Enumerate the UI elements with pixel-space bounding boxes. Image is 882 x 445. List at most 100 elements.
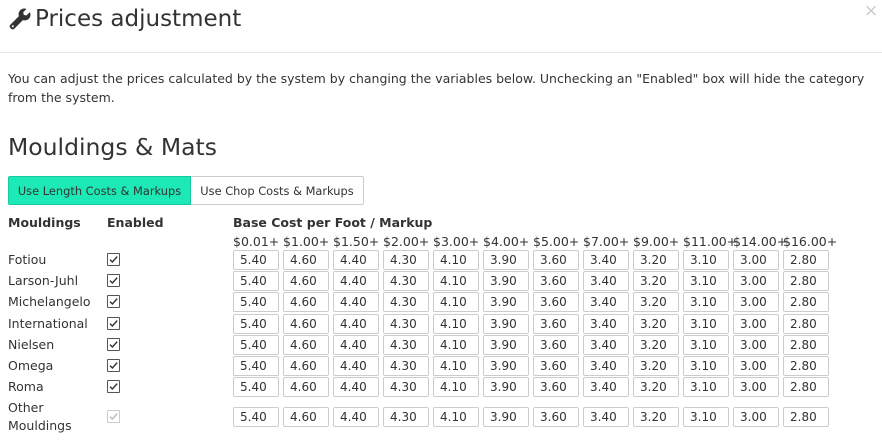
markup-input[interactable] bbox=[783, 292, 829, 312]
markup-input[interactable] bbox=[333, 250, 379, 270]
enabled-checkbox[interactable] bbox=[107, 295, 120, 308]
markup-input[interactable] bbox=[283, 292, 329, 312]
markup-input[interactable] bbox=[483, 377, 529, 397]
markup-input[interactable] bbox=[733, 377, 779, 397]
markup-input[interactable] bbox=[633, 377, 679, 397]
markup-input[interactable] bbox=[383, 271, 429, 291]
markup-input[interactable] bbox=[433, 250, 479, 270]
markup-input[interactable] bbox=[733, 407, 779, 427]
markup-input[interactable] bbox=[233, 356, 279, 376]
markup-input[interactable] bbox=[433, 335, 479, 355]
use-length-costs-button[interactable]: Use Length Costs & Markups bbox=[8, 176, 191, 205]
markup-input[interactable] bbox=[433, 377, 479, 397]
markup-input[interactable] bbox=[683, 335, 729, 355]
markup-input[interactable] bbox=[483, 292, 529, 312]
markup-input[interactable] bbox=[233, 271, 279, 291]
markup-input[interactable] bbox=[283, 250, 329, 270]
markup-input[interactable] bbox=[433, 271, 479, 291]
markup-input[interactable] bbox=[783, 356, 829, 376]
markup-input[interactable] bbox=[683, 407, 729, 427]
markup-input[interactable] bbox=[433, 314, 479, 334]
markup-input[interactable] bbox=[533, 271, 579, 291]
markup-input[interactable] bbox=[633, 314, 679, 334]
markup-input[interactable] bbox=[683, 292, 729, 312]
enabled-checkbox[interactable] bbox=[107, 410, 120, 423]
enabled-checkbox[interactable] bbox=[107, 274, 120, 287]
markup-input[interactable] bbox=[283, 356, 329, 376]
markup-input[interactable] bbox=[333, 335, 379, 355]
markup-input[interactable] bbox=[783, 271, 829, 291]
markup-input[interactable] bbox=[483, 250, 529, 270]
markup-input[interactable] bbox=[283, 271, 329, 291]
markup-input[interactable] bbox=[333, 314, 379, 334]
markup-input[interactable] bbox=[333, 377, 379, 397]
markup-input[interactable] bbox=[333, 271, 379, 291]
markup-input[interactable] bbox=[533, 250, 579, 270]
enabled-checkbox[interactable] bbox=[107, 253, 120, 266]
markup-input[interactable] bbox=[483, 407, 529, 427]
markup-input[interactable] bbox=[583, 250, 629, 270]
markup-input[interactable] bbox=[783, 377, 829, 397]
markup-input[interactable] bbox=[383, 335, 429, 355]
enabled-checkbox[interactable] bbox=[107, 338, 120, 351]
markup-input[interactable] bbox=[783, 314, 829, 334]
markup-input[interactable] bbox=[383, 377, 429, 397]
markup-input[interactable] bbox=[433, 356, 479, 376]
markup-input[interactable] bbox=[383, 250, 429, 270]
use-chop-costs-button[interactable]: Use Chop Costs & Markups bbox=[191, 176, 364, 205]
markup-input[interactable] bbox=[783, 250, 829, 270]
markup-input[interactable] bbox=[633, 356, 679, 376]
markup-input[interactable] bbox=[633, 292, 679, 312]
markup-input[interactable] bbox=[433, 292, 479, 312]
markup-input[interactable] bbox=[483, 271, 529, 291]
markup-input[interactable] bbox=[783, 335, 829, 355]
markup-input[interactable] bbox=[283, 377, 329, 397]
markup-input[interactable] bbox=[583, 292, 629, 312]
markup-input[interactable] bbox=[683, 314, 729, 334]
markup-input[interactable] bbox=[733, 356, 779, 376]
markup-input[interactable] bbox=[633, 335, 679, 355]
markup-input[interactable] bbox=[383, 292, 429, 312]
markup-input[interactable] bbox=[733, 292, 779, 312]
markup-input[interactable] bbox=[333, 292, 379, 312]
markup-input[interactable] bbox=[583, 407, 629, 427]
markup-input[interactable] bbox=[283, 407, 329, 427]
markup-input[interactable] bbox=[483, 335, 529, 355]
markup-input[interactable] bbox=[733, 271, 779, 291]
markup-input[interactable] bbox=[583, 335, 629, 355]
markup-input[interactable] bbox=[533, 314, 579, 334]
markup-input[interactable] bbox=[233, 377, 279, 397]
markup-input[interactable] bbox=[633, 407, 679, 427]
markup-input[interactable] bbox=[483, 356, 529, 376]
markup-input[interactable] bbox=[233, 407, 279, 427]
markup-input[interactable] bbox=[683, 356, 729, 376]
markup-input[interactable] bbox=[383, 314, 429, 334]
markup-input[interactable] bbox=[733, 335, 779, 355]
close-icon[interactable]: × bbox=[864, 3, 878, 20]
markup-input[interactable] bbox=[233, 314, 279, 334]
markup-input[interactable] bbox=[583, 314, 629, 334]
enabled-checkbox[interactable] bbox=[107, 359, 120, 372]
markup-input[interactable] bbox=[333, 407, 379, 427]
markup-input[interactable] bbox=[783, 407, 829, 427]
markup-input[interactable] bbox=[633, 250, 679, 270]
markup-input[interactable] bbox=[733, 250, 779, 270]
markup-input[interactable] bbox=[583, 377, 629, 397]
enabled-checkbox[interactable] bbox=[107, 380, 120, 393]
markup-input[interactable] bbox=[533, 377, 579, 397]
markup-input[interactable] bbox=[233, 292, 279, 312]
markup-input[interactable] bbox=[533, 292, 579, 312]
markup-input[interactable] bbox=[283, 314, 329, 334]
markup-input[interactable] bbox=[633, 271, 679, 291]
markup-input[interactable] bbox=[533, 407, 579, 427]
markup-input[interactable] bbox=[233, 250, 279, 270]
markup-input[interactable] bbox=[583, 271, 629, 291]
markup-input[interactable] bbox=[533, 356, 579, 376]
markup-input[interactable] bbox=[683, 377, 729, 397]
markup-input[interactable] bbox=[683, 271, 729, 291]
markup-input[interactable] bbox=[283, 335, 329, 355]
markup-input[interactable] bbox=[683, 250, 729, 270]
markup-input[interactable] bbox=[533, 335, 579, 355]
markup-input[interactable] bbox=[433, 407, 479, 427]
markup-input[interactable] bbox=[383, 407, 429, 427]
